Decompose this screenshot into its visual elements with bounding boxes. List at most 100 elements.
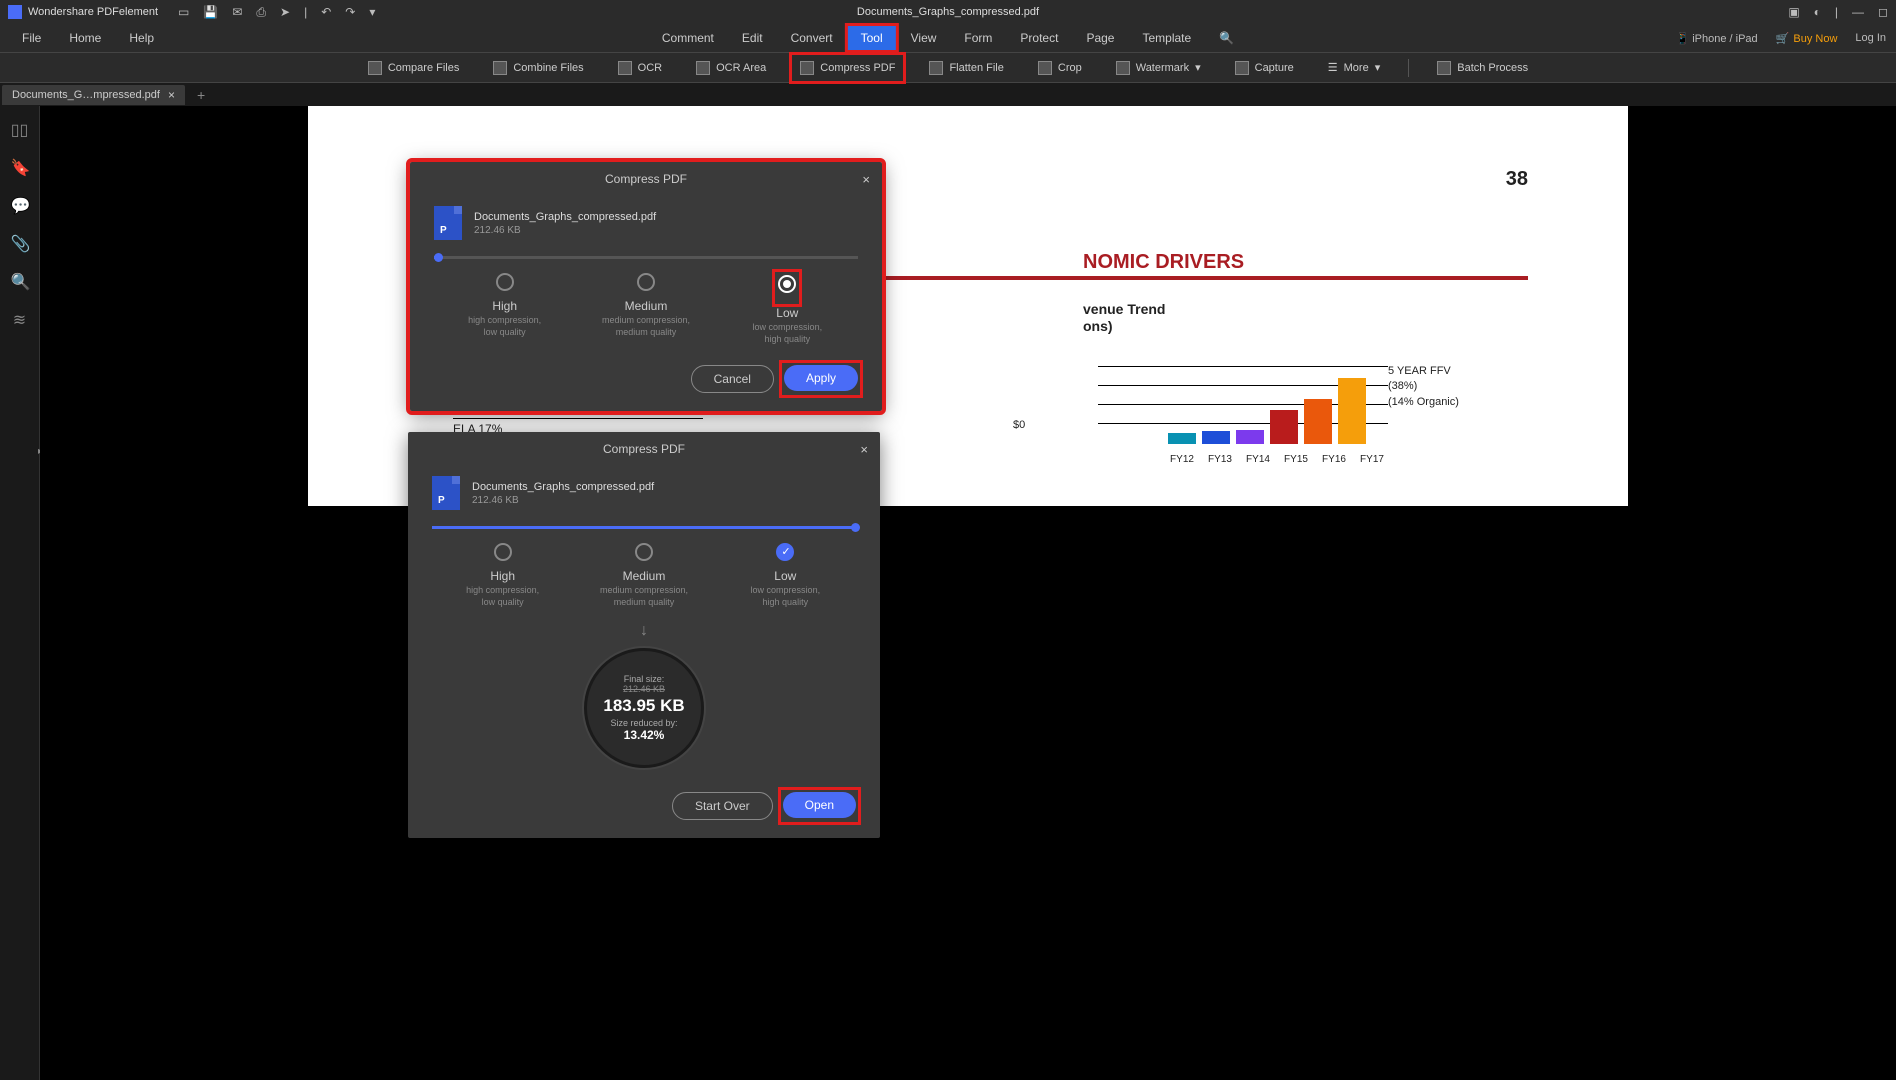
bar-chart — [1168, 364, 1378, 444]
chart-bar — [1270, 410, 1298, 444]
menu-view[interactable]: View — [897, 25, 951, 51]
result-circle: Final size: 212.46 KB 183.95 KB Size red… — [584, 648, 704, 768]
radio-icon[interactable] — [778, 275, 796, 293]
compress-pdf-dialog-before: Compress PDF × Documents_Graphs_compress… — [410, 162, 882, 411]
toolbar-divider — [1408, 59, 1409, 77]
menu-search-icon[interactable]: 🔍 — [1205, 25, 1248, 51]
combine-icon — [493, 61, 507, 75]
cart-icon: 🛒 — [1776, 33, 1790, 45]
radio-icon[interactable] — [494, 543, 512, 561]
save-icon[interactable]: 💾 — [203, 5, 218, 19]
maximize-icon[interactable]: ◻ — [1878, 5, 1888, 19]
radio-icon[interactable] — [635, 543, 653, 561]
theme-icon[interactable]: ◐ — [1814, 5, 1821, 19]
menu-tool[interactable]: Tool — [847, 25, 897, 51]
bookmark-icon[interactable]: 🔖 — [11, 158, 29, 176]
menu-home[interactable]: Home — [55, 25, 115, 51]
pdf-file-icon — [432, 476, 460, 510]
chart-bar — [1202, 431, 1230, 444]
menu-help[interactable]: Help — [115, 25, 168, 51]
tab-label: Documents_G…mpressed.pdf — [12, 89, 160, 101]
radio-icon[interactable] — [496, 273, 514, 291]
menu-convert[interactable]: Convert — [777, 25, 847, 51]
print-icon[interactable]: ⎙ — [256, 5, 266, 20]
file-name: Documents_Graphs_compressed.pdf — [474, 211, 656, 223]
cancel-button[interactable]: Cancel — [691, 365, 774, 393]
menu-page[interactable]: Page — [1072, 25, 1128, 51]
option-low[interactable]: Low low compression,high quality — [727, 273, 847, 345]
share-icon[interactable]: ➤ — [280, 5, 290, 19]
option-high[interactable]: High high compression,low quality — [445, 273, 565, 345]
page-number: 38 — [1506, 168, 1528, 191]
batch-process-button[interactable]: Batch Process — [1431, 57, 1534, 79]
mail-icon[interactable]: ✉ — [232, 5, 242, 19]
minimize-icon[interactable]: — — [1852, 5, 1864, 19]
compare-icon — [368, 61, 382, 75]
ocr-button[interactable]: OCR — [612, 57, 668, 79]
file-size: 212.46 KB — [474, 225, 656, 236]
app-logo-icon — [8, 5, 22, 19]
crop-button[interactable]: Crop — [1032, 57, 1088, 79]
option-high[interactable]: High high compression,low quality — [443, 543, 563, 608]
sep2: | — [1835, 5, 1838, 19]
menu-file[interactable]: File — [8, 25, 55, 51]
menu-edit[interactable]: Edit — [728, 25, 777, 51]
chart-bar — [1236, 430, 1264, 444]
option-medium[interactable]: Medium medium compression,medium quality — [584, 543, 704, 608]
comments-icon[interactable]: 💬 — [11, 196, 29, 214]
layers-icon[interactable]: ≋ — [11, 310, 29, 328]
compare-files-button[interactable]: Compare Files — [362, 57, 466, 79]
dialog-close-icon[interactable]: × — [860, 442, 868, 457]
drivers-heading: NOMIC DRIVERS — [1083, 251, 1244, 274]
phone-icon: 📱 — [1675, 33, 1689, 45]
add-tab-button[interactable]: + — [191, 87, 211, 103]
watermark-button[interactable]: Watermark ▾ — [1110, 57, 1207, 79]
radio-icon[interactable] — [637, 273, 655, 291]
start-over-button[interactable]: Start Over — [672, 792, 773, 820]
dialog-title: Compress PDF × — [408, 432, 880, 466]
progress-bar — [434, 256, 858, 259]
open-button[interactable]: Open — [783, 792, 856, 818]
attachment-icon[interactable]: 📎 — [11, 234, 29, 252]
thumbnails-icon[interactable]: ▯▯ — [11, 120, 29, 138]
arrow-down-icon: ↓ — [408, 622, 880, 640]
menu-comment[interactable]: Comment — [648, 25, 728, 51]
tab-close-icon[interactable]: × — [168, 88, 175, 102]
radio-checked-icon[interactable] — [776, 543, 794, 561]
open-folder-icon[interactable]: ▭ — [178, 5, 189, 19]
more-button[interactable]: ☰ More ▾ — [1322, 57, 1386, 78]
compress-pdf-dialog-after: Compress PDF × Documents_Graphs_compress… — [408, 432, 880, 838]
combine-files-button[interactable]: Combine Files — [487, 57, 589, 79]
dialog-title: Compress PDF × — [410, 162, 882, 196]
document-tab[interactable]: Documents_G…mpressed.pdf × — [2, 85, 185, 105]
compress-pdf-button[interactable]: Compress PDF — [794, 57, 901, 79]
undo-icon[interactable]: ↶ — [321, 5, 331, 19]
capture-button[interactable]: Capture — [1229, 57, 1300, 79]
dialog-close-icon[interactable]: × — [862, 172, 870, 187]
redo-icon[interactable]: ↷ — [345, 5, 355, 19]
ocr-icon — [618, 61, 632, 75]
flatten-icon — [929, 61, 943, 75]
sep: | — [304, 5, 307, 19]
document-area: LDS APPENDIX SEGMENT OVERVI 38 OVERVIEW … — [40, 106, 1896, 1080]
menu-protect[interactable]: Protect — [1006, 25, 1072, 51]
screenshot-icon[interactable]: ▣ — [1788, 5, 1799, 19]
flatten-file-button[interactable]: Flatten File — [923, 57, 1009, 79]
document-title: Documents_Graphs_compressed.pdf — [857, 6, 1039, 18]
menu-form[interactable]: Form — [950, 25, 1006, 51]
login-link[interactable]: Log In — [1855, 32, 1886, 44]
dropdown-icon[interactable]: ▾ — [369, 5, 375, 19]
iphone-ipad-link[interactable]: 📱 iPhone / iPad — [1675, 32, 1757, 45]
file-size: 212.46 KB — [472, 495, 654, 506]
option-low[interactable]: Low low compression,high quality — [725, 543, 845, 608]
file-name: Documents_Graphs_compressed.pdf — [472, 481, 654, 493]
ocr-area-button[interactable]: OCR Area — [690, 57, 772, 79]
menubar: File Home Help Comment Edit Convert Tool… — [0, 24, 1896, 52]
revenue-trend-label: venue Trend — [1083, 301, 1165, 317]
buy-now-link[interactable]: 🛒Buy Now — [1776, 32, 1838, 45]
menu-template[interactable]: Template — [1128, 25, 1205, 51]
apply-button[interactable]: Apply — [784, 365, 858, 391]
search-panel-icon[interactable]: 🔍 — [11, 272, 29, 290]
ffv-annotation: 5 YEAR FFV(38%)(14% Organic) — [1388, 364, 1459, 410]
option-medium[interactable]: Medium medium compression,medium quality — [586, 273, 706, 345]
